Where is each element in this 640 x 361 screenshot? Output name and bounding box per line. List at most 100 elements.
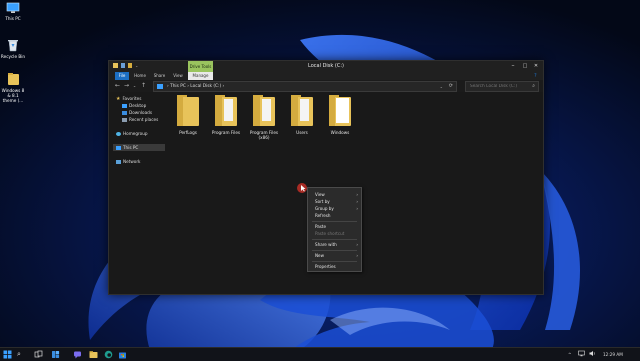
downloads-icon	[122, 111, 127, 115]
nav-item-homegroup[interactable]: Homegroup	[116, 130, 148, 137]
tab-file[interactable]: File	[115, 72, 129, 80]
menu-item-new[interactable]: New	[315, 253, 324, 258]
address-dropdown-icon[interactable]: ⌄	[440, 82, 443, 91]
nav-item-label: This PC	[123, 145, 139, 150]
network-tray-icon[interactable]	[578, 350, 585, 360]
folder-item[interactable]: Windows	[321, 93, 359, 135]
title-bar[interactable]: ⌄ Drive Tools Local Disk (C:) – □ ✕	[109, 61, 543, 72]
folder-label: Program Files	[211, 130, 241, 135]
recent-places-icon	[122, 118, 127, 122]
nav-item-label: Desktop	[129, 103, 147, 108]
folder-icon	[0, 72, 26, 87]
star-icon: ★	[116, 96, 121, 102]
this-pc-icon	[116, 146, 121, 150]
folder-icon	[177, 95, 199, 126]
address-path: › This PC › Local Disk (C:) ›	[167, 84, 225, 89]
folder-item[interactable]: Users	[283, 93, 321, 135]
forward-button[interactable]: →	[123, 82, 130, 90]
search-icon: ⌕	[532, 83, 535, 89]
folder-label: Users	[296, 130, 308, 135]
nav-item-label: Favorites	[122, 96, 142, 101]
nav-item-recent-places[interactable]: Recent places	[122, 116, 158, 123]
recent-locations-button[interactable]: ⌄	[131, 82, 138, 90]
tray-chevron[interactable]: ^	[568, 350, 572, 359]
search-input[interactable]	[470, 82, 526, 91]
edge-icon[interactable]	[104, 350, 113, 359]
volume-icon[interactable]	[589, 350, 596, 360]
recycle-bin-icon	[0, 38, 26, 53]
minimize-button[interactable]: –	[507, 61, 519, 72]
this-pc-icon	[0, 2, 26, 15]
refresh-icon[interactable]: ⟳	[449, 82, 453, 91]
menu-separator	[312, 239, 357, 240]
navigation-pane: ★ Favorites Desktop Downloads Recent plac…	[109, 93, 167, 293]
folder-icon	[253, 95, 275, 126]
tab-manage[interactable]: Manage	[188, 72, 213, 80]
widgets-icon[interactable]	[51, 350, 60, 359]
search-icon[interactable]: ⌕	[17, 350, 26, 359]
folder-item[interactable]: Program Files	[207, 93, 245, 135]
chevron-right-icon: ›	[356, 206, 358, 211]
menu-separator	[312, 250, 357, 251]
folder-label: PerfLogs	[179, 130, 197, 135]
menu-separator	[312, 221, 357, 222]
menu-item-group-by[interactable]: Group by	[315, 206, 334, 211]
taskbar: ⌕ ^ 12:29 AM	[0, 347, 640, 361]
desktop-icon	[122, 104, 127, 108]
homegroup-icon	[116, 132, 121, 136]
context-menu: View › Sort by › Group by › Refresh Past…	[307, 187, 362, 272]
menu-item-properties[interactable]: Properties	[315, 264, 336, 269]
chevron-right-icon: ›	[356, 192, 358, 197]
desktop-icon-label: Recycle Bin	[0, 54, 26, 59]
menu-item-sort-by[interactable]: Sort by	[315, 199, 330, 204]
tab-view[interactable]: View	[171, 72, 185, 80]
desktop-icon-recycle-bin[interactable]: Recycle Bin	[0, 38, 26, 59]
menu-item-refresh[interactable]: Refresh	[315, 213, 330, 218]
task-view-icon[interactable]	[34, 350, 43, 359]
menu-separator	[312, 261, 357, 262]
folder-item[interactable]: PerfLogs	[169, 93, 207, 135]
store-icon[interactable]	[118, 350, 127, 359]
folder-icon	[291, 95, 313, 126]
folder-icon	[215, 95, 237, 126]
address-row: ← → ⌄ ↑ › This PC › Local Disk (C:) › ⌄ …	[109, 80, 543, 92]
search-box[interactable]: ⌕	[465, 81, 539, 92]
folder-label: Windows	[330, 130, 350, 135]
menu-item-share-with[interactable]: Share with	[315, 242, 337, 247]
tab-home[interactable]: Home	[133, 72, 147, 80]
nav-item-label: Recent places	[129, 117, 159, 122]
window-title: Local Disk (C:)	[308, 63, 344, 69]
nav-item-favorites[interactable]: ★ Favorites	[116, 95, 141, 102]
close-button[interactable]: ✕	[530, 61, 542, 72]
nav-item-label: Network	[123, 159, 141, 164]
nav-item-label: Homegroup	[123, 131, 148, 136]
nav-item-network[interactable]: Network	[116, 158, 140, 165]
folder-label: Program Files (x86)	[249, 130, 279, 140]
tab-share[interactable]: Share	[152, 72, 167, 80]
nav-item-downloads[interactable]: Downloads	[122, 109, 152, 116]
folder-icon	[329, 95, 351, 126]
address-bar[interactable]: › This PC › Local Disk (C:) › ⌄ ⟳	[153, 81, 457, 92]
menu-item-view[interactable]: View	[315, 192, 325, 197]
help-icon[interactable]: ?	[534, 73, 539, 79]
this-pc-icon	[157, 84, 163, 89]
desktop-icon-this-pc[interactable]: This PC	[0, 2, 26, 21]
chat-icon[interactable]	[73, 350, 82, 359]
nav-item-desktop[interactable]: Desktop	[122, 102, 146, 109]
menu-item-paste-shortcut: Paste shortcut	[315, 231, 345, 236]
folder-item[interactable]: Program Files (x86)	[245, 93, 283, 140]
chevron-right-icon: ›	[356, 199, 358, 204]
back-button[interactable]: ←	[114, 82, 121, 90]
nav-item-this-pc[interactable]: This PC	[113, 144, 165, 151]
desktop-icon-label: This PC	[5, 16, 21, 21]
desktop-icon-windows-theme[interactable]: Windows 8 & 8.1 theme (...	[0, 72, 26, 103]
network-icon	[116, 160, 121, 164]
mouse-cursor-highlight	[297, 183, 307, 193]
file-explorer-icon[interactable]	[89, 350, 98, 359]
nav-item-label: Downloads	[129, 110, 152, 115]
menu-item-paste[interactable]: Paste	[315, 224, 326, 229]
desktop-icon-label: Windows 8 & 8.1 theme (...	[1, 88, 25, 103]
up-button[interactable]: ↑	[140, 82, 147, 90]
start-icon[interactable]	[3, 350, 12, 359]
clock[interactable]: 12:29 AM	[603, 350, 623, 359]
